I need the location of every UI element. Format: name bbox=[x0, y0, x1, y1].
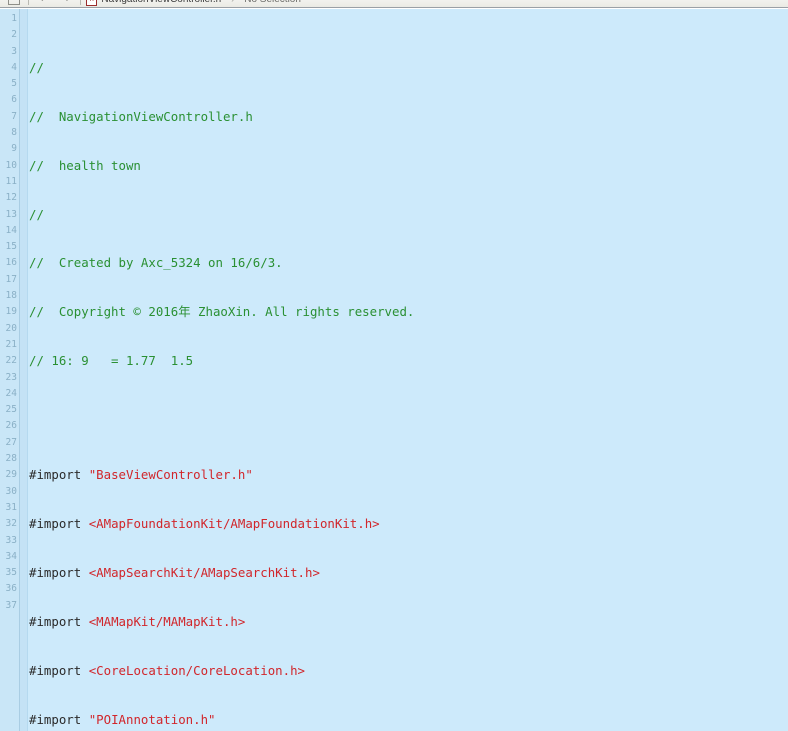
line-number: 13 bbox=[5, 208, 17, 220]
line-number: 4 bbox=[11, 61, 17, 73]
code-line[interactable]: #import <AMapSearchKit/AMapSearchKit.h> bbox=[29, 565, 788, 581]
line-number: 16 bbox=[5, 257, 17, 269]
comment-text: // Created by Axc_5324 on 16/6/3. bbox=[29, 255, 283, 271]
line-number: 1 bbox=[11, 13, 17, 24]
code-line[interactable]: #import "BaseViewController.h" bbox=[29, 467, 788, 483]
code-line[interactable]: #import <AMapFoundationKit/AMapFoundatio… bbox=[29, 516, 788, 532]
line-number: 23 bbox=[5, 371, 17, 383]
line-number: 18 bbox=[5, 290, 17, 302]
editor-jump-bar: ‹ › h NavigationViewController.h › No Se… bbox=[0, 0, 788, 8]
line-number: 19 bbox=[5, 306, 17, 318]
import-path: <AMapSearchKit/AMapSearchKit.h> bbox=[88, 565, 320, 581]
code-folding-ribbon[interactable] bbox=[20, 9, 28, 731]
line-number: 11 bbox=[5, 175, 17, 187]
code-line[interactable]: // health town bbox=[29, 158, 788, 174]
line-number: 33 bbox=[5, 534, 17, 546]
code-line[interactable]: // bbox=[29, 60, 788, 76]
preprocessor-keyword: #import bbox=[29, 565, 89, 581]
jump-bar-content: ‹ › h NavigationViewController.h › No Se… bbox=[0, 0, 306, 7]
code-line[interactable]: #import "POIAnnotation.h" bbox=[29, 712, 788, 728]
line-number: 36 bbox=[5, 583, 17, 595]
source-editor[interactable]: 1 2 3 4 5 6 7 8 9 10 11 12 13 14 15 16 1… bbox=[0, 9, 788, 731]
code-line[interactable]: // bbox=[29, 207, 788, 223]
header-file-icon: h bbox=[86, 0, 98, 6]
comment-text: // bbox=[29, 59, 44, 75]
import-path: "BaseViewController.h" bbox=[88, 467, 253, 483]
line-number: 14 bbox=[5, 224, 17, 236]
line-number: 8 bbox=[11, 127, 17, 139]
comment-text: // NavigationViewController.h bbox=[29, 108, 253, 124]
line-number: 22 bbox=[5, 355, 17, 367]
import-path: <AMapFoundationKit/AMapFoundationKit.h> bbox=[88, 516, 380, 532]
code-line[interactable]: // 16: 9 = 1.77 1.5 bbox=[29, 353, 788, 369]
line-number: 37 bbox=[5, 599, 17, 611]
line-number: 31 bbox=[5, 501, 17, 513]
line-number: 25 bbox=[5, 404, 17, 416]
comment-text: // 16: 9 = 1.77 1.5 bbox=[29, 353, 194, 369]
preprocessor-keyword: #import bbox=[29, 467, 89, 483]
line-number: 15 bbox=[5, 241, 17, 253]
line-number: 7 bbox=[11, 110, 17, 122]
code-line[interactable]: // Created by Axc_5324 on 16/6/3. bbox=[29, 255, 788, 271]
chevron-right-icon: › bbox=[60, 0, 76, 5]
code-line-blank[interactable] bbox=[29, 402, 788, 418]
breadcrumb-selection-label: No Selection bbox=[244, 0, 301, 5]
import-path: "POIAnnotation.h" bbox=[88, 711, 216, 727]
line-number: 21 bbox=[5, 338, 17, 350]
breadcrumb-file-label: NavigationViewController.h bbox=[101, 0, 221, 5]
preprocessor-keyword: #import bbox=[29, 516, 89, 532]
chevron-left-icon: ‹ bbox=[34, 0, 50, 5]
code-line[interactable]: #import <MAMapKit/MAMapKit.h> bbox=[29, 614, 788, 630]
code-area[interactable]: // // NavigationViewController.h // heal… bbox=[29, 9, 788, 731]
breadcrumb-file[interactable]: h NavigationViewController.h bbox=[81, 0, 226, 7]
preprocessor-keyword: #import bbox=[29, 662, 89, 678]
code-line[interactable]: // Copyright © 2016年 ZhaoXin. All rights… bbox=[29, 304, 788, 320]
line-number: 29 bbox=[5, 469, 17, 481]
comment-text: // bbox=[29, 206, 44, 222]
code-line[interactable]: // NavigationViewController.h bbox=[29, 109, 788, 125]
line-number: 28 bbox=[5, 453, 17, 465]
line-number: 12 bbox=[5, 192, 17, 204]
import-path: <MAMapKit/MAMapKit.h> bbox=[88, 613, 246, 629]
line-number: 20 bbox=[5, 322, 17, 334]
line-number: 2 bbox=[11, 29, 17, 41]
line-number: 3 bbox=[11, 45, 17, 57]
line-numbers: 1 2 3 4 5 6 7 8 9 10 11 12 13 14 15 16 1… bbox=[0, 9, 17, 614]
window-chrome-icon[interactable] bbox=[0, 0, 28, 7]
breadcrumb-selection[interactable]: No Selection bbox=[239, 0, 306, 7]
import-path: <CoreLocation/CoreLocation.h> bbox=[88, 662, 306, 678]
line-number: 17 bbox=[5, 273, 17, 285]
line-number: 9 bbox=[11, 143, 17, 155]
forward-button[interactable]: › bbox=[55, 0, 81, 7]
preprocessor-keyword: #import bbox=[29, 711, 89, 727]
window-glyph bbox=[8, 0, 20, 5]
line-number: 24 bbox=[5, 387, 17, 399]
line-number: 34 bbox=[5, 550, 17, 562]
comment-text: // health town bbox=[29, 157, 141, 173]
line-number: 35 bbox=[5, 567, 17, 579]
code-line[interactable]: #import <CoreLocation/CoreLocation.h> bbox=[29, 663, 788, 679]
preprocessor-keyword: #import bbox=[29, 613, 89, 629]
back-button[interactable]: ‹ bbox=[29, 0, 55, 7]
line-number: 27 bbox=[5, 436, 17, 448]
line-number: 5 bbox=[11, 78, 17, 90]
line-number: 6 bbox=[11, 94, 17, 106]
line-number: 32 bbox=[5, 518, 17, 530]
line-number: 26 bbox=[5, 420, 17, 432]
breadcrumb-separator-icon: › bbox=[226, 0, 239, 4]
line-number: 10 bbox=[5, 159, 17, 171]
line-number: 30 bbox=[5, 485, 17, 497]
comment-text: // Copyright © 2016年 ZhaoXin. All rights… bbox=[29, 304, 415, 320]
